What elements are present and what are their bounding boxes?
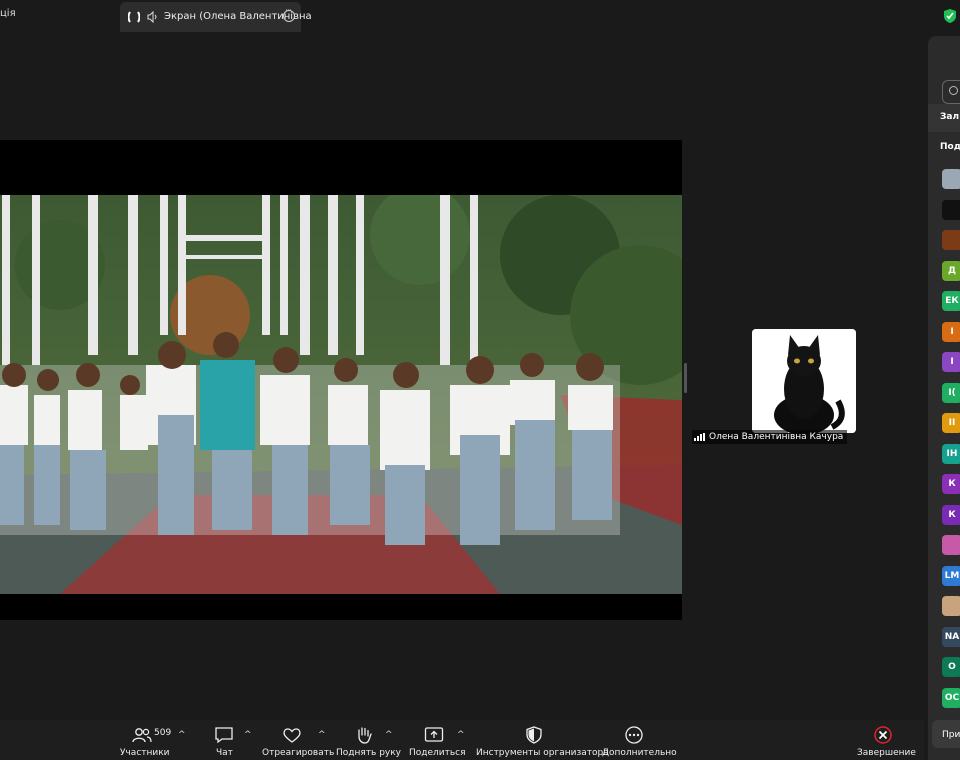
chat-button[interactable]: Чат <box>210 720 240 760</box>
shared-screen <box>0 140 682 620</box>
top-tab-bar: ція Экран (Олена Валентинівна <box>0 0 960 32</box>
participant-avatar[interactable]: LM <box>942 565 960 586</box>
reactions-label: Отреагировать <box>262 748 335 758</box>
host-tools-label: Инструменты организатора <box>476 748 609 758</box>
raise-hand-options-chevron-icon[interactable]: ^ <box>385 730 393 740</box>
speaker-icon <box>147 11 157 23</box>
more-label: Дополнительно <box>602 748 677 758</box>
participant-avatar[interactable]: К <box>942 474 960 494</box>
panel-resize-handle[interactable] <box>684 363 687 393</box>
participant-avatar[interactable] <box>942 169 960 189</box>
section-heading: Под <box>940 142 960 152</box>
participant-avatar[interactable]: ІН <box>942 443 960 464</box>
participant-avatar[interactable]: К <box>942 504 960 525</box>
more-button[interactable]: Дополнительно <box>600 720 677 760</box>
tab-screen-share[interactable]: Экран (Олена Валентинівна <box>120 2 312 32</box>
participant-name: Олена Валентинівна Качура <box>709 432 844 442</box>
headphones-icon <box>128 11 140 23</box>
participant-avatar[interactable] <box>942 535 960 555</box>
signal-strength-icon <box>694 433 705 441</box>
participants-button[interactable]: 509 Участники <box>118 720 172 760</box>
chat-icon <box>215 727 233 744</box>
raise-hand-label: Поднять руку <box>336 748 402 758</box>
share-screen-icon <box>424 727 444 742</box>
raise-hand-icon <box>358 727 372 744</box>
participants-options-chevron-icon[interactable]: ^ <box>178 730 186 740</box>
participant-avatar[interactable]: І( <box>942 382 960 403</box>
share-screen-label: Поделиться <box>409 748 466 758</box>
participants-count: 509 <box>154 728 172 738</box>
close-icon <box>874 726 892 744</box>
shield-icon <box>526 726 542 744</box>
participant-avatar[interactable]: І <box>942 321 960 342</box>
reactions-button[interactable]: Отреагировать <box>260 720 334 760</box>
end-meeting-button[interactable]: Завершение <box>855 720 916 760</box>
participant-avatar[interactable] <box>942 596 960 616</box>
participant-avatar[interactable] <box>942 230 960 250</box>
participant-avatar[interactable]: NA <box>942 626 960 647</box>
participant-search-input[interactable] <box>942 80 960 104</box>
tab-conference[interactable]: ція <box>0 8 16 19</box>
participant-avatar[interactable]: ЕК <box>942 291 960 311</box>
shared-video-frame <box>0 195 682 594</box>
reactions-options-chevron-icon[interactable]: ^ <box>318 730 326 740</box>
participants-panel: Зал Под Д ЕК І І І( ІІ ІН К К LM NA О ОС При <box>928 36 960 760</box>
participant-name-tag: Олена Валентинівна Качура <box>692 430 848 444</box>
participants-icon <box>132 728 152 743</box>
participants-label: Участники <box>120 748 170 758</box>
participant-avatar[interactable]: ІІ <box>942 413 960 433</box>
main-hall-label: Зал <box>940 112 960 122</box>
participant-avatar[interactable] <box>942 199 960 220</box>
heart-icon <box>283 728 301 743</box>
security-shield-icon[interactable] <box>943 8 957 24</box>
participant-avatar[interactable]: О <box>942 657 960 677</box>
share-options-chevron-icon[interactable]: ^ <box>457 730 465 740</box>
participant-avatar[interactable]: ОС <box>942 687 960 708</box>
meeting-toolbar: 509 Участники ^ Чат ^ Отреагировать ^ По… <box>0 720 924 760</box>
participant-avatar[interactable]: Д <box>942 260 960 281</box>
black-cat-avatar <box>752 329 856 433</box>
raise-hand-button[interactable]: Поднять руку <box>334 720 401 760</box>
participant-video-tile[interactable] <box>752 329 856 433</box>
more-icon[interactable] <box>283 6 295 22</box>
share-screen-button[interactable]: Поделиться <box>404 720 466 760</box>
end-meeting-label: Завершение <box>857 748 916 758</box>
host-tools-button[interactable]: Инструменты организатора <box>474 720 609 760</box>
participant-avatar[interactable]: І <box>942 352 960 372</box>
more-options-icon <box>625 726 643 744</box>
chat-label: Чат <box>216 748 233 758</box>
invite-button-label: При <box>942 730 960 740</box>
chat-options-chevron-icon[interactable]: ^ <box>244 730 252 740</box>
